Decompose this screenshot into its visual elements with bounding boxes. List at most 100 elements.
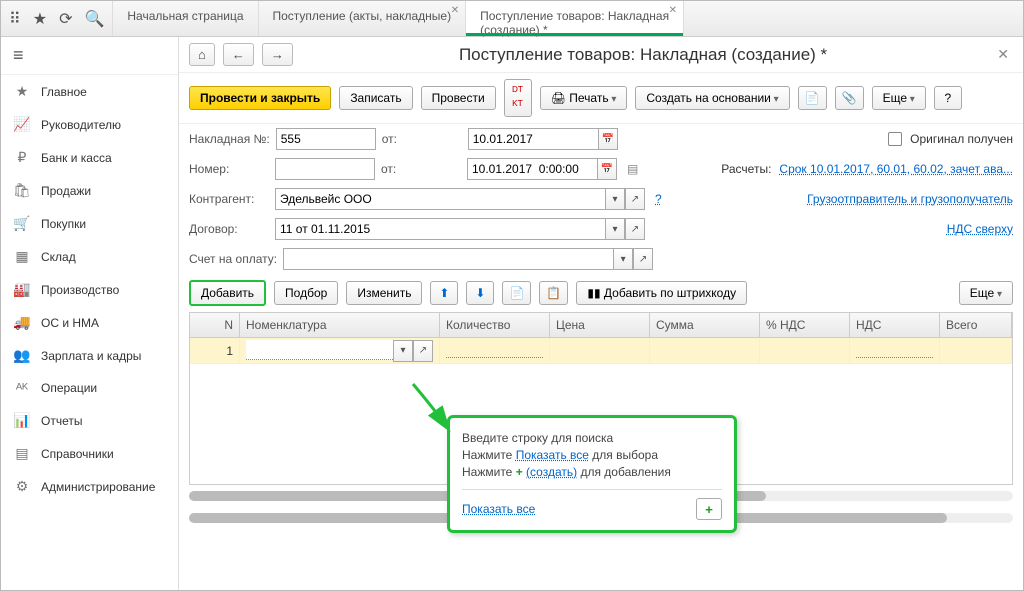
paste-button[interactable]: 📋 xyxy=(539,281,568,305)
boxes-icon: ▦ xyxy=(13,248,31,265)
tab-start-page[interactable]: Начальная страница xyxy=(113,1,258,36)
print-button[interactable]: 🖨 Печать xyxy=(540,86,628,110)
create-link[interactable]: (создать) xyxy=(526,465,577,479)
help-button[interactable]: ? xyxy=(934,86,962,110)
nds-input[interactable] xyxy=(856,344,933,358)
chart-icon: 📈 xyxy=(13,116,31,133)
list-icon[interactable]: ▤ xyxy=(627,162,638,176)
sidebar-item-warehouse[interactable]: ▦Склад xyxy=(1,240,178,273)
help-icon[interactable]: ? xyxy=(655,192,662,206)
quantity-input[interactable] xyxy=(446,344,543,358)
shipper-link[interactable]: Грузоотправитель и грузополучатель xyxy=(807,192,1013,206)
add-barcode-button[interactable]: ▮▮ Добавить по штрихкоду xyxy=(576,281,747,305)
post-button[interactable]: Провести xyxy=(421,86,496,110)
history-icon[interactable]: ⟳ xyxy=(59,9,72,29)
open-button[interactable]: ↗ xyxy=(625,218,645,240)
calendar-icon[interactable]: 📅 xyxy=(597,158,617,180)
tab-close-icon[interactable]: ✕ xyxy=(669,5,677,16)
sidebar-item-main[interactable]: ★Главное xyxy=(1,75,178,108)
table-row[interactable]: 1 ▾ ↗ xyxy=(190,338,1012,364)
sidebar-item-purchases[interactable]: 🛒Покупки xyxy=(1,207,178,240)
copy-button[interactable]: 📄 xyxy=(502,281,531,305)
sidebar-item-sales[interactable]: 🛍Продажи xyxy=(1,174,178,207)
forward-button[interactable]: → xyxy=(262,43,293,66)
attach-doc-button[interactable]: 📄 xyxy=(798,86,827,110)
sidebar-item-salary[interactable]: 👥Зарплата и кадры xyxy=(1,339,178,372)
invoice-no-input[interactable] xyxy=(276,128,376,150)
select-button[interactable]: Подбор xyxy=(274,281,338,305)
counterparty-input[interactable] xyxy=(275,188,605,210)
people-icon: 👥 xyxy=(13,347,31,364)
sidebar-item-assets[interactable]: 🚚ОС и НМА xyxy=(1,306,178,339)
calendar-icon[interactable]: 📅 xyxy=(598,128,618,150)
open-button[interactable]: ↗ xyxy=(625,188,645,210)
show-all-footer-link[interactable]: Показать все xyxy=(462,502,535,516)
from-label: от: xyxy=(382,132,462,146)
dropdown-button[interactable]: ▾ xyxy=(613,248,633,270)
payment-account-input[interactable] xyxy=(283,248,613,270)
sidebar-item-executive[interactable]: 📈Руководителю xyxy=(1,108,178,141)
top-bar: ⠿ ★ ⟳ 🔍 Начальная страница Поступление (… xyxy=(1,1,1023,37)
col-price[interactable]: Цена xyxy=(550,313,650,337)
truck-icon: 🚚 xyxy=(13,314,31,331)
sidebar-item-catalogs[interactable]: ▤Справочники xyxy=(1,437,178,470)
open-button[interactable]: ↗ xyxy=(413,340,433,362)
datetime-input[interactable] xyxy=(467,158,597,180)
tab-close-icon[interactable]: ✕ xyxy=(451,5,459,16)
book-icon: ▤ xyxy=(13,445,31,462)
col-n[interactable]: N xyxy=(190,313,240,337)
tab-current-document[interactable]: Поступление товаров: Накладная(создание)… xyxy=(466,1,684,36)
col-vat-percent[interactable]: % НДС xyxy=(760,313,850,337)
nomenclature-hint-popup: Введите строку для поиска Нажмите Показа… xyxy=(447,415,737,533)
payment-account-label: Счет на оплату: xyxy=(189,252,277,266)
col-quantity[interactable]: Количество xyxy=(440,313,550,337)
write-button[interactable]: Записать xyxy=(339,86,412,110)
plus-icon: + xyxy=(516,465,526,479)
dropdown-button[interactable]: ▾ xyxy=(605,188,625,210)
contract-input[interactable] xyxy=(275,218,605,240)
sidebar-item-operations[interactable]: ᴬᴷОперации xyxy=(1,372,178,404)
add-row-button[interactable]: Добавить xyxy=(189,280,266,306)
move-down-button[interactable]: ⬇ xyxy=(466,281,494,305)
menu-toggle-icon[interactable]: ≡ xyxy=(1,37,178,75)
col-sum[interactable]: Сумма xyxy=(650,313,760,337)
close-icon[interactable]: ✕ xyxy=(993,46,1013,63)
number-input[interactable] xyxy=(275,158,375,180)
back-button[interactable]: ← xyxy=(223,43,254,66)
apps-icon[interactable]: ⠿ xyxy=(9,9,21,29)
open-button[interactable]: ↗ xyxy=(633,248,653,270)
post-and-close-button[interactable]: Провести и закрыть xyxy=(189,86,331,110)
show-all-link[interactable]: Показать все xyxy=(516,448,589,462)
col-nomenclature[interactable]: Номенклатура xyxy=(240,313,440,337)
sidebar-item-reports[interactable]: 📊Отчеты xyxy=(1,404,178,437)
gear-icon: ⚙ xyxy=(13,478,31,495)
sidebar-item-bank[interactable]: ₽Банк и касса xyxy=(1,141,178,174)
home-button[interactable]: ⌂ xyxy=(189,43,215,66)
star-icon[interactable]: ★ xyxy=(33,9,47,29)
col-nds[interactable]: НДС xyxy=(850,313,940,337)
number-label: Номер: xyxy=(189,162,269,176)
change-button[interactable]: Изменить xyxy=(346,281,422,305)
create-based-button[interactable]: Создать на основании xyxy=(635,86,789,110)
original-received-checkbox[interactable] xyxy=(888,132,902,146)
table-more-button[interactable]: Еще xyxy=(959,281,1013,305)
vat-link[interactable]: НДС сверху xyxy=(947,222,1013,236)
search-icon[interactable]: 🔍 xyxy=(84,9,104,29)
more-button[interactable]: Еще xyxy=(872,86,926,110)
nomenclature-input[interactable] xyxy=(246,340,393,360)
create-button[interactable]: + xyxy=(696,498,722,520)
attach-clip-button[interactable]: 📎 xyxy=(835,86,864,110)
sidebar-item-production[interactable]: 🏭Производство xyxy=(1,273,178,306)
move-up-button[interactable]: ⬆ xyxy=(430,281,458,305)
tab-receipts[interactable]: Поступление (акты, накладные)✕ xyxy=(259,1,467,36)
invoice-date-input[interactable] xyxy=(468,128,598,150)
bag-icon: 🛍 xyxy=(13,182,31,199)
contract-label: Договор: xyxy=(189,222,269,236)
calc-label: Расчеты: xyxy=(721,162,771,176)
calc-link[interactable]: Срок 10.01.2017, 60.01, 60.02, зачет ава… xyxy=(779,162,1013,176)
dt-kt-button[interactable]: ᴰᵀᴷᵀ xyxy=(504,79,532,117)
sidebar-item-admin[interactable]: ⚙Администрирование xyxy=(1,470,178,503)
dropdown-button[interactable]: ▾ xyxy=(605,218,625,240)
dropdown-button[interactable]: ▾ xyxy=(393,340,413,362)
col-total[interactable]: Всего xyxy=(940,313,1012,337)
